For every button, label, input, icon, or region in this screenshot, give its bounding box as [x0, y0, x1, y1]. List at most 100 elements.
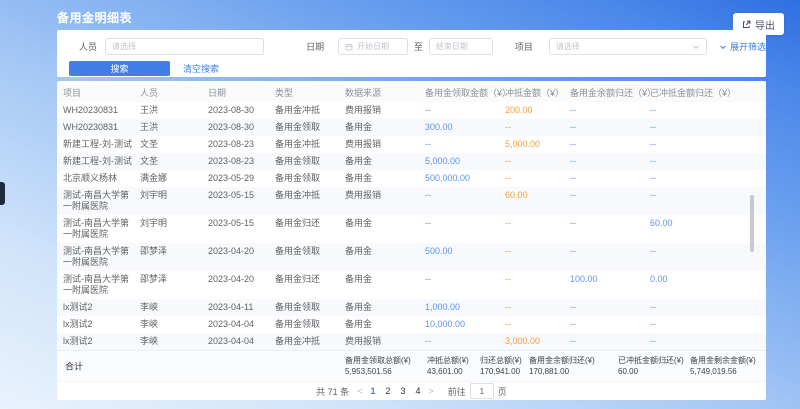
table-row[interactable]: WH20230831王洪2023-08-30备用金冲抵费用报销--200.00-…: [57, 102, 766, 119]
table-body: WH20230831王洪2023-08-30备用金冲抵费用报销--200.00-…: [57, 102, 766, 350]
table-cell: --: [425, 333, 505, 350]
table-cell: 备用金: [345, 119, 425, 136]
page-number[interactable]: 3: [400, 386, 405, 396]
table-cell: 李峡: [140, 299, 208, 316]
table-cell: lx测试2: [63, 333, 140, 350]
table-cell: 2023-05-15: [208, 215, 275, 243]
date-end-placeholder: 结束日期: [436, 41, 468, 52]
table-cell: lx测试2: [63, 316, 140, 333]
table-cell: --: [570, 333, 650, 350]
table-row[interactable]: 测试-南昌大学第一附属医院邵梦泽2023-04-20备用金领取备用金500.00…: [57, 243, 766, 271]
table-cell: 费用报销: [345, 136, 425, 153]
table-cell: --: [570, 316, 650, 333]
clear-search-link[interactable]: 清空搜索: [183, 62, 219, 75]
goto-page-input[interactable]: [470, 383, 494, 399]
total-item: 备用金领取总额(¥)5,953,501.56: [345, 355, 427, 377]
table-cell: 王洪: [140, 102, 208, 119]
table-row[interactable]: lx测试2李峡2023-04-11备用金领取备用金1,000.00------: [57, 299, 766, 316]
page-number[interactable]: 1: [370, 386, 375, 396]
table-cell: 备用金冲抵: [275, 102, 345, 119]
table-cell: --: [650, 316, 766, 333]
table-row[interactable]: 新建工程-刘-测试文圣2023-08-23备用金冲抵费用报销--5,000.00…: [57, 136, 766, 153]
table-cell: 备用金领取: [275, 119, 345, 136]
table-row[interactable]: 测试-南昌大学第一附属医院邵梦泽2023-04-20备用金归还备用金----10…: [57, 271, 766, 299]
table-row[interactable]: lx测试2李峡2023-04-04备用金领取备用金10,000.00------: [57, 316, 766, 333]
table-cell: 备用金: [345, 271, 425, 299]
table-cell: --: [650, 170, 766, 187]
table-cell: 2023-04-04: [208, 333, 275, 350]
date-end-input[interactable]: 结束日期: [429, 38, 493, 55]
chevron-down-icon: [719, 43, 727, 51]
table-cell: --: [570, 136, 650, 153]
table-cell: 备用金: [345, 215, 425, 243]
table-cell: --: [505, 215, 570, 243]
table-cell: WH20230831: [63, 102, 140, 119]
table-cell: 备用金领取: [275, 299, 345, 316]
table-cell: 2023-04-04: [208, 316, 275, 333]
expand-filter-link[interactable]: 展开筛选: [719, 40, 766, 53]
table-cell: --: [505, 119, 570, 136]
table-cell: 60.00: [505, 187, 570, 215]
table-cell: --: [650, 333, 766, 350]
table-row[interactable]: 测试-南昌大学第一附属医院刘宇明2023-05-15备用金冲抵费用报销--60.…: [57, 187, 766, 215]
table-cell: 备用金归还: [275, 271, 345, 299]
table-cell: 500.00: [425, 243, 505, 271]
table-cell: 1,000.00: [425, 299, 505, 316]
table-cell: 文圣: [140, 136, 208, 153]
table-cell: --: [570, 153, 650, 170]
table-cell: --: [570, 187, 650, 215]
next-page-icon[interactable]: >: [429, 386, 434, 396]
project-select[interactable]: 请选择: [549, 38, 707, 55]
table-cell: 500,000.00: [425, 170, 505, 187]
table-cell: --: [505, 299, 570, 316]
table-cell: 李峡: [140, 333, 208, 350]
column-header: 已冲抵金额归还（¥）: [650, 85, 766, 102]
date-start-input[interactable]: 开始日期: [338, 38, 408, 55]
table-cell: 10,000.00: [425, 316, 505, 333]
table-cell: --: [505, 153, 570, 170]
table-cell: 费用报销: [345, 333, 425, 350]
expand-filter-label: 展开筛选: [730, 40, 766, 53]
table-cell: 文圣: [140, 153, 208, 170]
table-cell: 2023-08-23: [208, 136, 275, 153]
table-cell: 李峡: [140, 316, 208, 333]
table-cell: 测试-南昌大学第一附属医院: [63, 243, 140, 271]
total-item: 归还总额(¥)170,941.00: [480, 355, 529, 377]
table-cell: 3,000.00: [505, 333, 570, 350]
table-cell: --: [425, 136, 505, 153]
table-cell: --: [570, 215, 650, 243]
vertical-scrollbar[interactable]: [750, 195, 754, 252]
table-row[interactable]: 测试-南昌大学第一附属医院刘宇明2023-05-15备用金归还备用金------…: [57, 215, 766, 243]
prev-page-icon[interactable]: <: [357, 386, 362, 396]
column-header: 备用金领取金额（¥）: [425, 85, 505, 102]
date-range-separator: 至: [414, 40, 423, 53]
page-number[interactable]: 2: [385, 386, 390, 396]
table-cell: 费用报销: [345, 102, 425, 119]
person-input[interactable]: [105, 38, 264, 55]
table-cell: 邵梦泽: [140, 271, 208, 299]
table-cell: 刘宇明: [140, 215, 208, 243]
table-cell: 新建工程-刘-测试: [63, 136, 140, 153]
table-cell: 测试-南昌大学第一附属医院: [63, 271, 140, 299]
calendar-icon: [345, 43, 353, 51]
goto-page: 前往 页: [448, 383, 507, 399]
totals-items: 备用金领取总额(¥)5,953,501.56冲抵总额(¥)43,601.00归还…: [345, 355, 766, 377]
project-placeholder: 请选择: [556, 41, 580, 52]
table-header-row: 项目人员日期类型数据来源备用金领取金额（¥）冲抵金额（¥）备用金余额归还（¥）已…: [57, 85, 766, 102]
table-row[interactable]: lx测试2李峡2023-04-04备用金冲抵费用报销--3,000.00----: [57, 333, 766, 350]
table-cell: 备用金领取: [275, 243, 345, 271]
side-panel-handle[interactable]: [0, 182, 5, 205]
table-cell: 备用金: [345, 153, 425, 170]
table-panel: 项目人员日期类型数据来源备用金领取金额（¥）冲抵金额（¥）备用金余额归还（¥）已…: [57, 81, 766, 400]
table-cell: 5,000.00: [425, 153, 505, 170]
date-label: 日期: [306, 40, 324, 53]
table-row[interactable]: WH20230831王洪2023-08-30备用金领取备用金300.00----…: [57, 119, 766, 136]
table-row[interactable]: 北京顺义杨林满金娜2023-05-29备用金领取备用金500,000.00---…: [57, 170, 766, 187]
table-cell: 费用报销: [345, 187, 425, 215]
search-button[interactable]: 搜索: [69, 61, 170, 76]
table-row[interactable]: 新建工程-刘-测试文圣2023-08-23备用金领取备用金5,000.00---…: [57, 153, 766, 170]
table-cell: 备用金领取: [275, 316, 345, 333]
totals-label: 合计: [65, 360, 83, 373]
table-cell: --: [570, 102, 650, 119]
page-number[interactable]: 4: [416, 386, 421, 396]
